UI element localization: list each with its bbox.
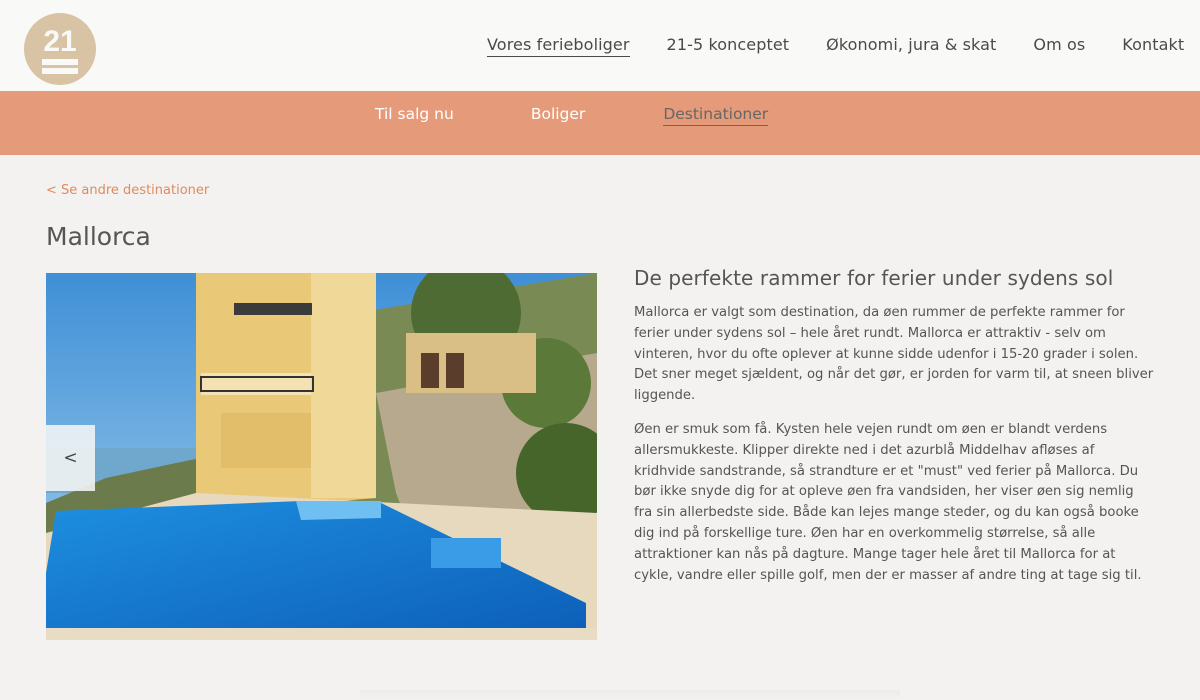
subnav-boliger[interactable]: Boliger bbox=[531, 105, 585, 126]
subnav-til-salg-nu[interactable]: Til salg nu bbox=[375, 105, 454, 126]
destination-description: De perfekte rammer for ferier under syde… bbox=[634, 266, 1154, 599]
back-to-destinations-link[interactable]: < Se andre destinationer bbox=[46, 183, 209, 198]
brand-logo[interactable]: 21 bbox=[22, 13, 98, 85]
carousel-prev-button[interactable]: < bbox=[46, 425, 95, 491]
villa-pool-photo bbox=[46, 273, 597, 640]
nav-vores-ferieboliger[interactable]: Vores ferieboliger bbox=[487, 35, 630, 57]
nav-okonomi-jura-skat[interactable]: Økonomi, jura & skat bbox=[826, 35, 996, 57]
nav-kontakt[interactable]: Kontakt bbox=[1122, 35, 1184, 57]
page-title: Mallorca bbox=[46, 222, 151, 251]
nav-om-os[interactable]: Om os bbox=[1033, 35, 1085, 57]
image-carousel[interactable]: < bbox=[46, 273, 597, 640]
content-heading: De perfekte rammer for ferier under syde… bbox=[634, 266, 1114, 290]
sub-navigation: Til salg nu Boliger Destinationer bbox=[375, 105, 769, 126]
svg-text:21: 21 bbox=[43, 25, 76, 58]
content-paragraph: Øen er smuk som få. Kysten hele vejen ru… bbox=[634, 421, 1142, 583]
main-navigation: Vores ferieboliger 21-5 konceptet Økonom… bbox=[487, 35, 1200, 57]
content-paragraph: Mallorca er valgt som destination, da øe… bbox=[634, 305, 1154, 404]
nav-21-5-konceptet[interactable]: 21-5 konceptet bbox=[667, 35, 790, 57]
section-divider bbox=[360, 690, 900, 700]
subnav-destinationer[interactable]: Destinationer bbox=[663, 105, 769, 126]
